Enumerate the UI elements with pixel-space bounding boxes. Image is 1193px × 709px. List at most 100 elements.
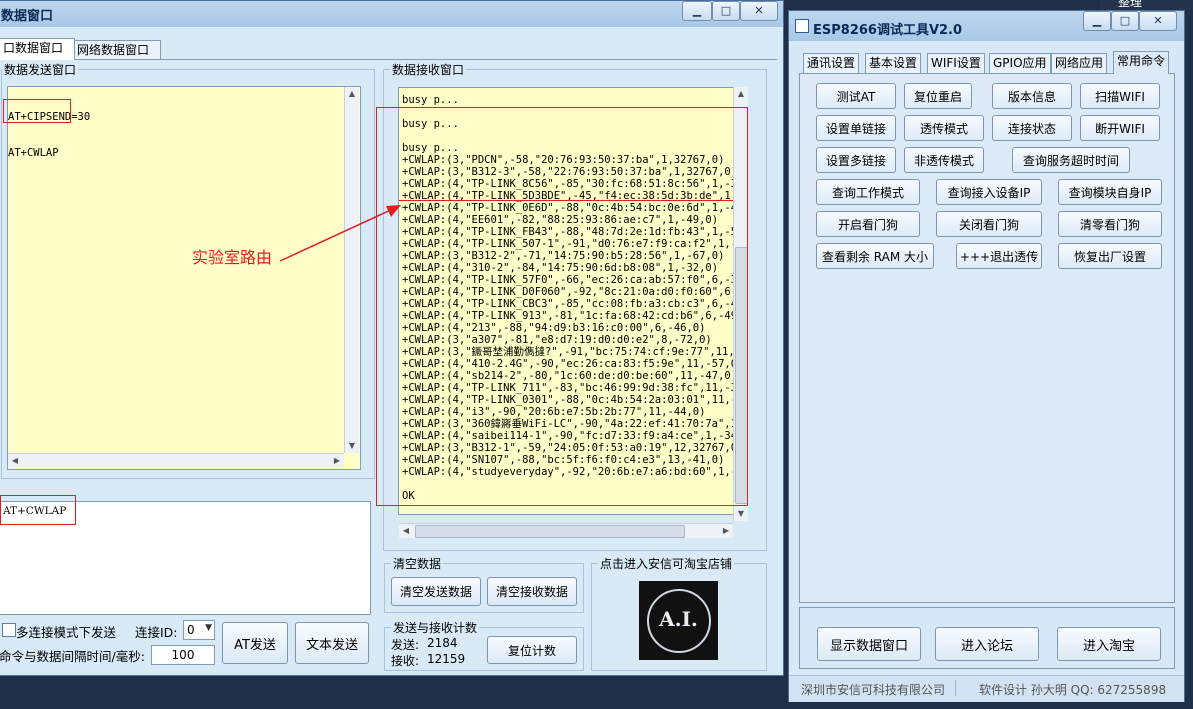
check-ram-button[interactable]: 查看剩余 RAM 大小 [816, 243, 934, 269]
passthrough-mode-button[interactable]: 透传模式 [904, 115, 984, 141]
enable-watchdog-button[interactable]: 开启看门狗 [816, 211, 920, 237]
receive-group-label: 数据接收窗口 [390, 61, 467, 78]
send-line: AT+CWLAP [8, 147, 59, 159]
at-send-button[interactable]: AT发送 [222, 622, 288, 664]
data-window: 数据窗口 ▁ □ ✕ 口数据窗口 网络数据窗口 数据发送窗口 AT+CIPSEN… [0, 0, 784, 676]
shop-logo[interactable]: A.I. [639, 581, 718, 660]
minimize-button[interactable]: ▁ [682, 1, 712, 21]
tab-label: 常用命令 [1117, 54, 1166, 68]
enter-taobao-button[interactable]: 进入淘宝 [1057, 627, 1161, 661]
tab-comm-settings[interactable]: 通讯设置 [803, 53, 860, 73]
status-company: 深圳市安信可科技有限公司 [801, 683, 946, 697]
reset-count-button[interactable]: 复位计数 [487, 636, 577, 664]
clear-watchdog-button[interactable]: 清零看门狗 [1058, 211, 1162, 237]
multi-link-button[interactable]: 设置多链接 [816, 147, 896, 173]
recv-count-value: 12159 [427, 652, 466, 666]
tab-label: 网络应用 [1055, 56, 1104, 70]
send-count-value: 2184 [427, 636, 458, 650]
tool-window-title: ESP8266调试工具V2.0 [813, 23, 963, 38]
scan-wifi-button[interactable]: 扫描WIFI [1080, 83, 1160, 109]
receive-horizontal-scrollbar[interactable]: ◀ ▶ [399, 523, 733, 538]
highlight-box-cwlap-input [0, 495, 76, 525]
annotation-arrow-icon [279, 205, 401, 262]
status-bar: 深圳市安信可科技有限公司 软件设计 孙大明 QQ: 627255898 [789, 675, 1184, 702]
highlight-box-receive [376, 107, 748, 506]
show-data-window-button[interactable]: 显示数据窗口 [817, 627, 921, 661]
interval-label: 命令与数据间隔时间/毫秒: [0, 649, 145, 664]
tab-serial-data[interactable]: 口数据窗口 [0, 38, 75, 60]
interval-value: 100 [171, 648, 195, 662]
logo-text: A.I. [659, 607, 698, 631]
tab-network[interactable]: 网络应用 [1051, 53, 1108, 73]
send-group-label: 数据发送窗口 [2, 61, 79, 78]
tab-label: WIFI设置 [931, 56, 981, 70]
tab-basic-settings[interactable]: 基本设置 [865, 53, 922, 73]
close-button[interactable]: ✕ [740, 1, 778, 21]
tab-network-data-label: 网络数据窗口 [77, 43, 150, 57]
query-module-ip-button[interactable]: 查询模块自身IP [1058, 179, 1162, 205]
scroll-down-arrow-icon[interactable]: ▼ [345, 439, 359, 453]
query-connected-ip-button[interactable]: 查询接入设备IP [936, 179, 1042, 205]
enter-forum-button[interactable]: 进入论坛 [935, 627, 1039, 661]
send-vertical-scrollbar[interactable]: ▲ ▼ [344, 87, 359, 453]
maximize-button[interactable]: □ [712, 1, 740, 21]
scroll-left-arrow-icon[interactable]: ◀ [8, 454, 22, 468]
receive-line: busy p... [402, 94, 459, 106]
scroll-up-arrow-icon[interactable]: ▲ [734, 87, 748, 101]
send-horizontal-scrollbar[interactable]: ◀ ▶ [8, 453, 344, 468]
tab-gpio[interactable]: GPIO应用 [989, 53, 1051, 73]
data-window-titlebar: 数据窗口 ▁ □ ✕ [0, 1, 783, 27]
interval-input[interactable]: 100 [151, 645, 215, 665]
send-count-label: 发送: [391, 638, 420, 652]
tool-window-titlebar: ESP8266调试工具V2.0 ▁ □ ✕ [789, 11, 1184, 41]
minimize-button[interactable]: ▁ [1083, 11, 1111, 31]
tab-network-data[interactable]: 网络数据窗口 [73, 40, 161, 60]
clear-receive-button[interactable]: 清空接收数据 [487, 577, 577, 606]
exit-passthrough-button[interactable]: +++退出透传 [956, 243, 1042, 269]
tab-label: 通讯设置 [807, 56, 856, 70]
clear-send-button[interactable]: 清空发送数据 [391, 577, 481, 606]
factory-reset-button[interactable]: 恢复出厂设置 [1058, 243, 1162, 269]
disable-watchdog-button[interactable]: 关闭看门狗 [936, 211, 1042, 237]
non-passthrough-mode-button[interactable]: 非透传模式 [904, 147, 984, 173]
scroll-up-arrow-icon[interactable]: ▲ [345, 87, 359, 101]
esp8266-tool-window: ESP8266调试工具V2.0 ▁ □ ✕ 通讯设置 基本设置 WIFI设置 G… [788, 10, 1185, 702]
tab-common-commands[interactable]: 常用命令 [1113, 51, 1170, 74]
recv-count-label: 接收: [391, 654, 420, 668]
reset-restart-button[interactable]: 复位重启 [904, 83, 972, 109]
version-info-button[interactable]: 版本信息 [992, 83, 1072, 109]
window-title: 数据窗口 [1, 9, 54, 24]
disconnect-wifi-button[interactable]: 断开WIFI [1080, 115, 1160, 141]
maximize-button[interactable]: □ [1111, 11, 1139, 31]
query-work-mode-button[interactable]: 查询工作模式 [816, 179, 920, 205]
send-history-textarea[interactable]: AT+CIPSEND=30 AT+CWLAP [7, 86, 361, 470]
tab-label: GPIO应用 [993, 56, 1047, 70]
text-send-button[interactable]: 文本发送 [295, 622, 369, 664]
scroll-thumb[interactable] [415, 525, 685, 538]
single-link-button[interactable]: 设置单链接 [816, 115, 896, 141]
scroll-right-arrow-icon[interactable]: ▶ [330, 454, 344, 468]
shop-group-label: 点击进入安信可淘宝店铺 [598, 555, 735, 572]
status-author: 软件设计 孙大明 QQ: 627255898 [979, 683, 1167, 697]
multi-conn-checkbox[interactable] [2, 623, 16, 637]
close-button[interactable]: ✕ [1139, 11, 1177, 31]
test-at-button[interactable]: 测试AT [816, 83, 896, 109]
conn-id-label: 连接ID: [135, 625, 178, 640]
scroll-down-arrow-icon[interactable]: ▼ [734, 507, 748, 521]
count-group-label: 发送与接收计数 [391, 619, 480, 636]
conn-id-select[interactable]: 0 ▼ [183, 620, 215, 640]
chevron-down-icon: ▼ [205, 623, 212, 633]
connection-status-button[interactable]: 连接状态 [992, 115, 1072, 141]
status-divider [955, 680, 956, 696]
tab-label: 基本设置 [869, 56, 918, 70]
scroll-right-arrow-icon[interactable]: ▶ [719, 524, 733, 538]
app-icon [795, 19, 809, 33]
scroll-left-arrow-icon[interactable]: ◀ [399, 524, 413, 538]
desktop-organize-menu[interactable]: 整理 [1100, 0, 1193, 10]
highlight-box-cwlap-send [3, 99, 71, 123]
annotation-label: 实验室路由 [192, 248, 273, 267]
tab-wifi-settings[interactable]: WIFI设置 [927, 53, 985, 73]
tab-serial-data-label: 口数据窗口 [3, 41, 64, 55]
conn-id-value: 0 [187, 623, 195, 637]
query-timeout-button[interactable]: 查询服务超时时间 [1012, 147, 1130, 173]
